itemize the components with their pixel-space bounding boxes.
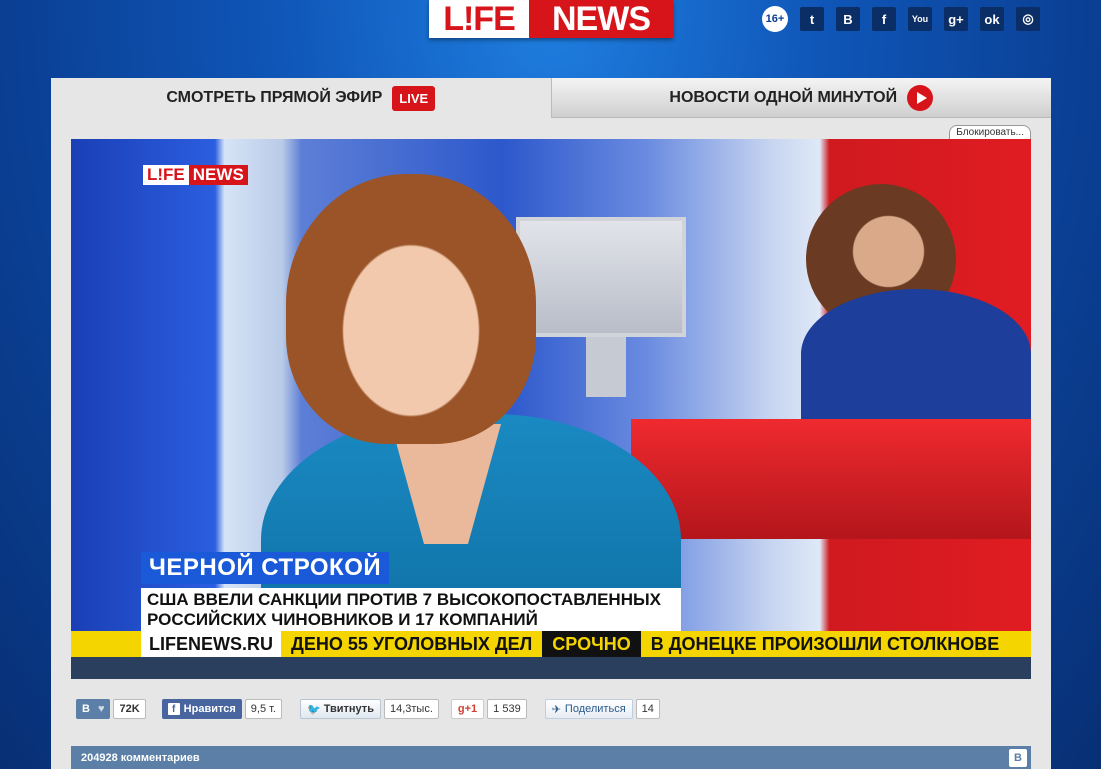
- comments-bar[interactable]: 204928 комментариев B: [71, 746, 1031, 769]
- comments-count: 204928 комментариев: [81, 752, 200, 764]
- live-badge: LIVE: [392, 85, 436, 111]
- facebook-icon: f: [167, 703, 180, 715]
- video-monitor-stand: [586, 337, 626, 397]
- instagram-icon[interactable]: ◎: [1016, 7, 1040, 31]
- tweet-button[interactable]: 🐦 Твитнуть: [300, 699, 381, 719]
- twitter-icon: 🐦: [307, 703, 321, 716]
- vk-icon: B: [1009, 749, 1027, 767]
- video-logo-news: NEWS: [188, 165, 248, 185]
- video-strip-title: ЧЕРНОЙ СТРОКОЙ: [141, 552, 390, 584]
- video-channel-logo: L!FE NEWS: [143, 165, 248, 185]
- facebook-like-count: 9,5 т.: [244, 699, 282, 719]
- vk-icon[interactable]: B: [836, 7, 860, 31]
- site-logo[interactable]: L!FE NEWS: [429, 0, 673, 38]
- ticker-site: LIFENEWS.RU: [141, 631, 281, 657]
- youtube-icon[interactable]: You: [908, 7, 932, 31]
- tabs: СМОТРЕТЬ ПРЯМОЙ ЭФИР LIVE НОВОСТИ ОДНОЙ …: [51, 78, 1051, 118]
- heart-icon: ♥: [97, 703, 105, 715]
- tab-live[interactable]: СМОТРЕТЬ ПРЯМОЙ ЭФИР LIVE: [51, 78, 551, 118]
- google-plus-icon[interactable]: g+: [944, 7, 968, 31]
- ticker-text-1: ДЕНО 55 УГОЛОВНЫХ ДЕЛ: [291, 633, 533, 654]
- facebook-like-button[interactable]: f Нравится: [161, 699, 242, 719]
- odnoklassniki-icon[interactable]: ok: [980, 7, 1004, 31]
- mail-share-count: 14: [635, 699, 660, 719]
- block-button[interactable]: Блокировать...: [949, 125, 1031, 140]
- tweet-label: Твитнуть: [323, 703, 374, 715]
- video-logo-life: L!FE: [143, 165, 189, 185]
- logo-life: L!FE: [429, 0, 529, 38]
- video-player[interactable]: L!FE NEWS ЧЕРНОЙ СТРОКОЙ США ВВЕЛИ САНКЦ…: [71, 139, 1031, 679]
- twitter-icon[interactable]: t: [800, 7, 824, 31]
- ticker-text-2: В ДОНЕЦКЕ ПРОИЗОШЛИ СТОЛКНОВЕ: [650, 633, 1000, 654]
- video-background-person-body: [801, 289, 1031, 419]
- video-anchor-head: [286, 174, 536, 444]
- vk-like-button[interactable]: B ♥: [76, 699, 111, 719]
- google-plus-count: 1 539: [487, 699, 527, 719]
- video-bottom-band: [71, 657, 1031, 679]
- ticker-urgent: СРОЧНО: [542, 631, 641, 657]
- age-rating-badge: 16+: [762, 6, 788, 32]
- tab-minute-news[interactable]: НОВОСТИ ОДНОЙ МИНУТОЙ: [550, 78, 1051, 118]
- video-ticker: LIFENEWS.RU ДЕНО 55 УГОЛОВНЫХ ДЕЛ СРОЧНО…: [71, 631, 1031, 657]
- facebook-icon[interactable]: f: [872, 7, 896, 31]
- mail-share-icon: ✈: [551, 703, 561, 716]
- google-plus-button[interactable]: g+1: [450, 699, 485, 719]
- social-links: 16+ t B f You g+ ok ◎: [762, 6, 1040, 32]
- vk-like-count: 72K: [113, 699, 146, 719]
- vk-like-label: B: [82, 703, 90, 715]
- facebook-like-label: Нравится: [183, 703, 236, 715]
- video-subtitle-line1: США ВВЕЛИ САНКЦИИ ПРОТИВ 7 ВЫСОКОПОСТАВЛ…: [147, 590, 661, 609]
- tweet-count: 14,3тыс.: [383, 699, 439, 719]
- video-subtitle-line2: РОССИЙСКИХ ЧИНОВНИКОВ И 17 КОМПАНИЙ: [147, 610, 538, 629]
- video-desk: [631, 419, 1031, 539]
- mail-share-button[interactable]: ✈ Поделиться: [544, 699, 633, 719]
- share-bar: B ♥ 72K f Нравится 9,5 т. 🐦 Твитнуть 14,…: [76, 699, 660, 719]
- play-icon: [907, 84, 934, 111]
- tab-minute-label: НОВОСТИ ОДНОЙ МИНУТОЙ: [669, 88, 898, 106]
- video-monitor: [516, 217, 686, 337]
- main-panel: СМОТРЕТЬ ПРЯМОЙ ЭФИР LIVE НОВОСТИ ОДНОЙ …: [51, 78, 1051, 769]
- logo-news: NEWS: [529, 0, 673, 38]
- video-subtitle: США ВВЕЛИ САНКЦИИ ПРОТИВ 7 ВЫСОКОПОСТАВЛ…: [141, 588, 681, 632]
- mail-share-label: Поделиться: [564, 703, 626, 715]
- tab-live-label: СМОТРЕТЬ ПРЯМОЙ ЭФИР: [166, 89, 383, 106]
